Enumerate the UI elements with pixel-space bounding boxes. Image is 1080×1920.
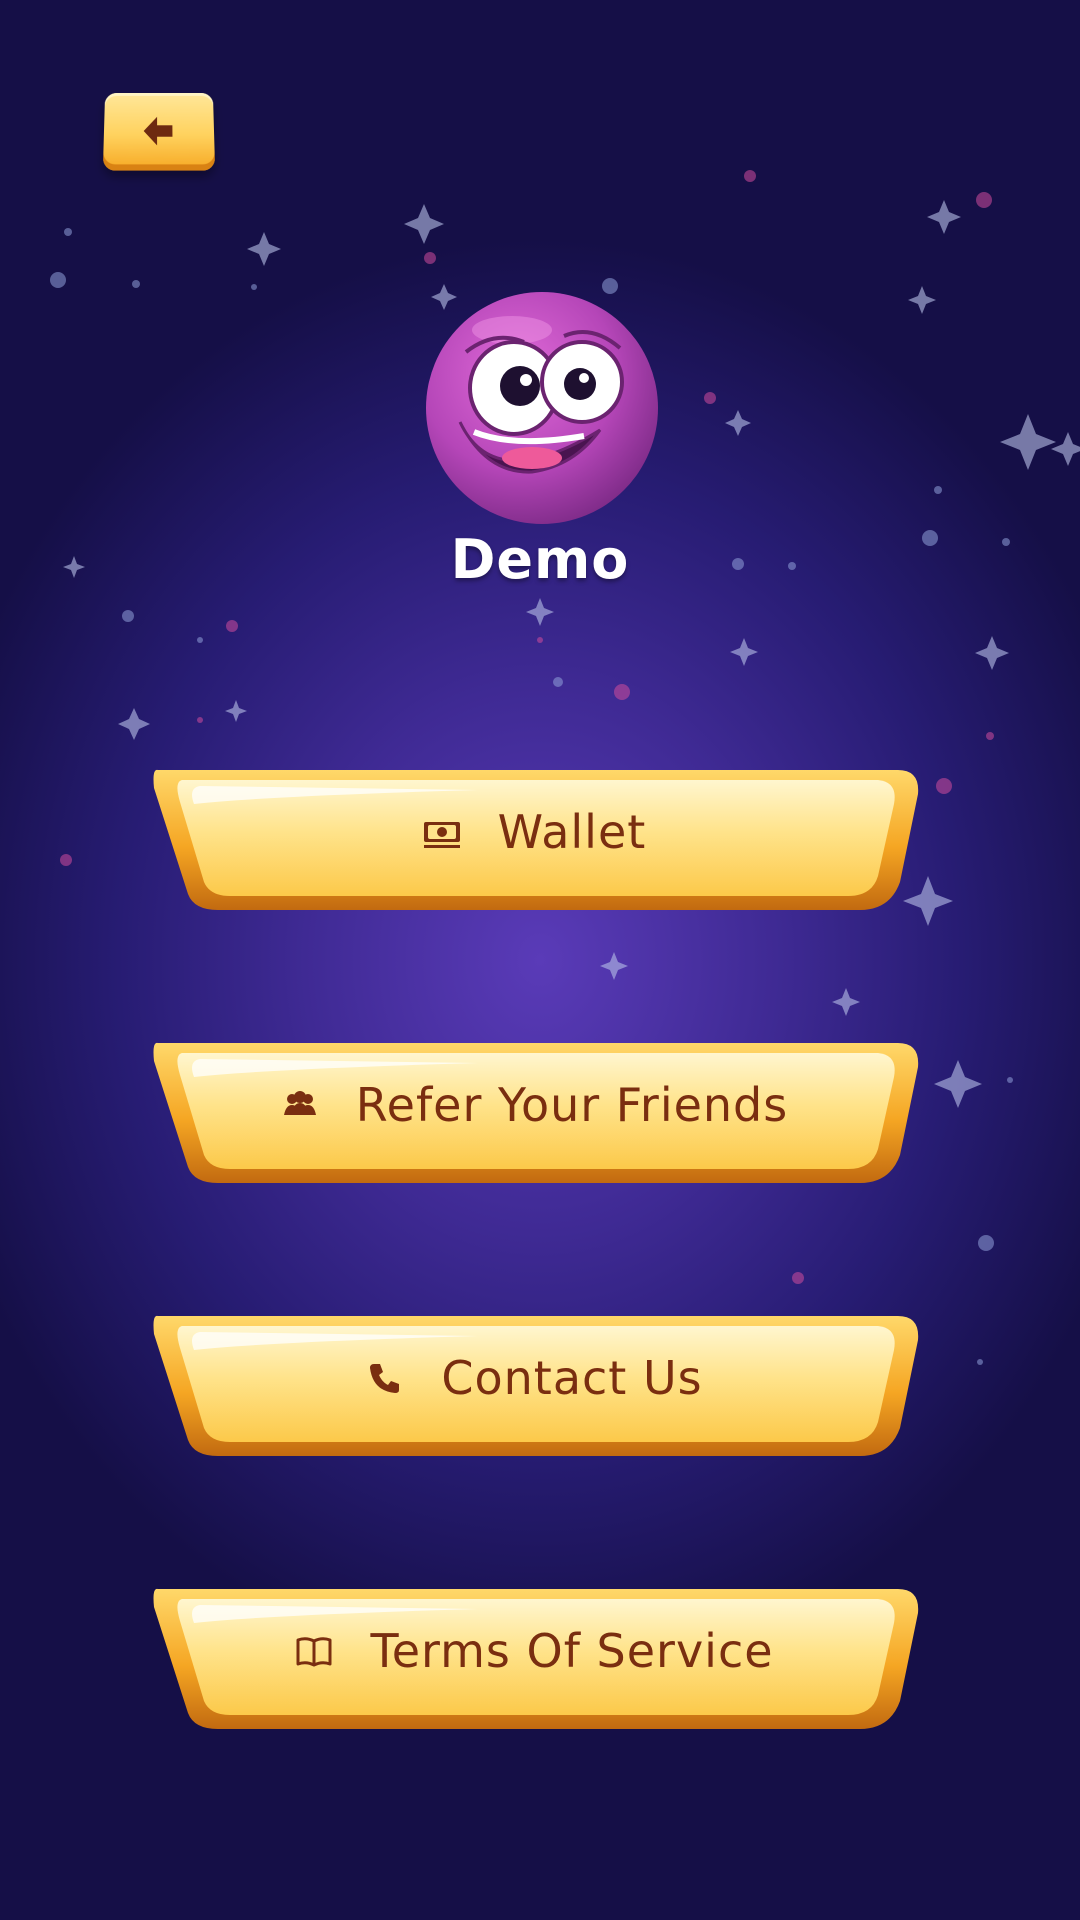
refer-friends-content: Refer Your Friends bbox=[148, 1051, 920, 1159]
wallet-button[interactable]: Wallet bbox=[148, 760, 920, 912]
contact-us-content: Contact Us bbox=[148, 1324, 920, 1432]
back-arrow-icon bbox=[143, 116, 173, 146]
contact-us-button[interactable]: Contact Us bbox=[148, 1306, 920, 1458]
refer-friends-button[interactable]: Refer Your Friends bbox=[148, 1033, 920, 1185]
wallet-content: Wallet bbox=[148, 778, 920, 886]
terms-of-service-label: Terms Of Service bbox=[370, 1624, 774, 1678]
purple-monster-avatar-icon bbox=[426, 292, 658, 524]
users-icon bbox=[283, 1091, 316, 1115]
contact-us-label: Contact Us bbox=[441, 1351, 703, 1405]
username-label: Demo bbox=[450, 528, 630, 591]
book-icon bbox=[296, 1637, 332, 1667]
money-bill-icon bbox=[423, 822, 460, 848]
terms-of-service-content: Terms Of Service bbox=[148, 1597, 920, 1705]
profile-menu-screen: Demo Wallet Refer Your Friends Contact U… bbox=[0, 0, 1080, 1920]
terms-of-service-button[interactable]: Terms Of Service bbox=[148, 1579, 920, 1731]
back-button[interactable] bbox=[102, 92, 216, 171]
refer-friends-label: Refer Your Friends bbox=[355, 1078, 789, 1132]
wallet-label: Wallet bbox=[497, 805, 647, 859]
phone-icon bbox=[370, 1364, 400, 1393]
